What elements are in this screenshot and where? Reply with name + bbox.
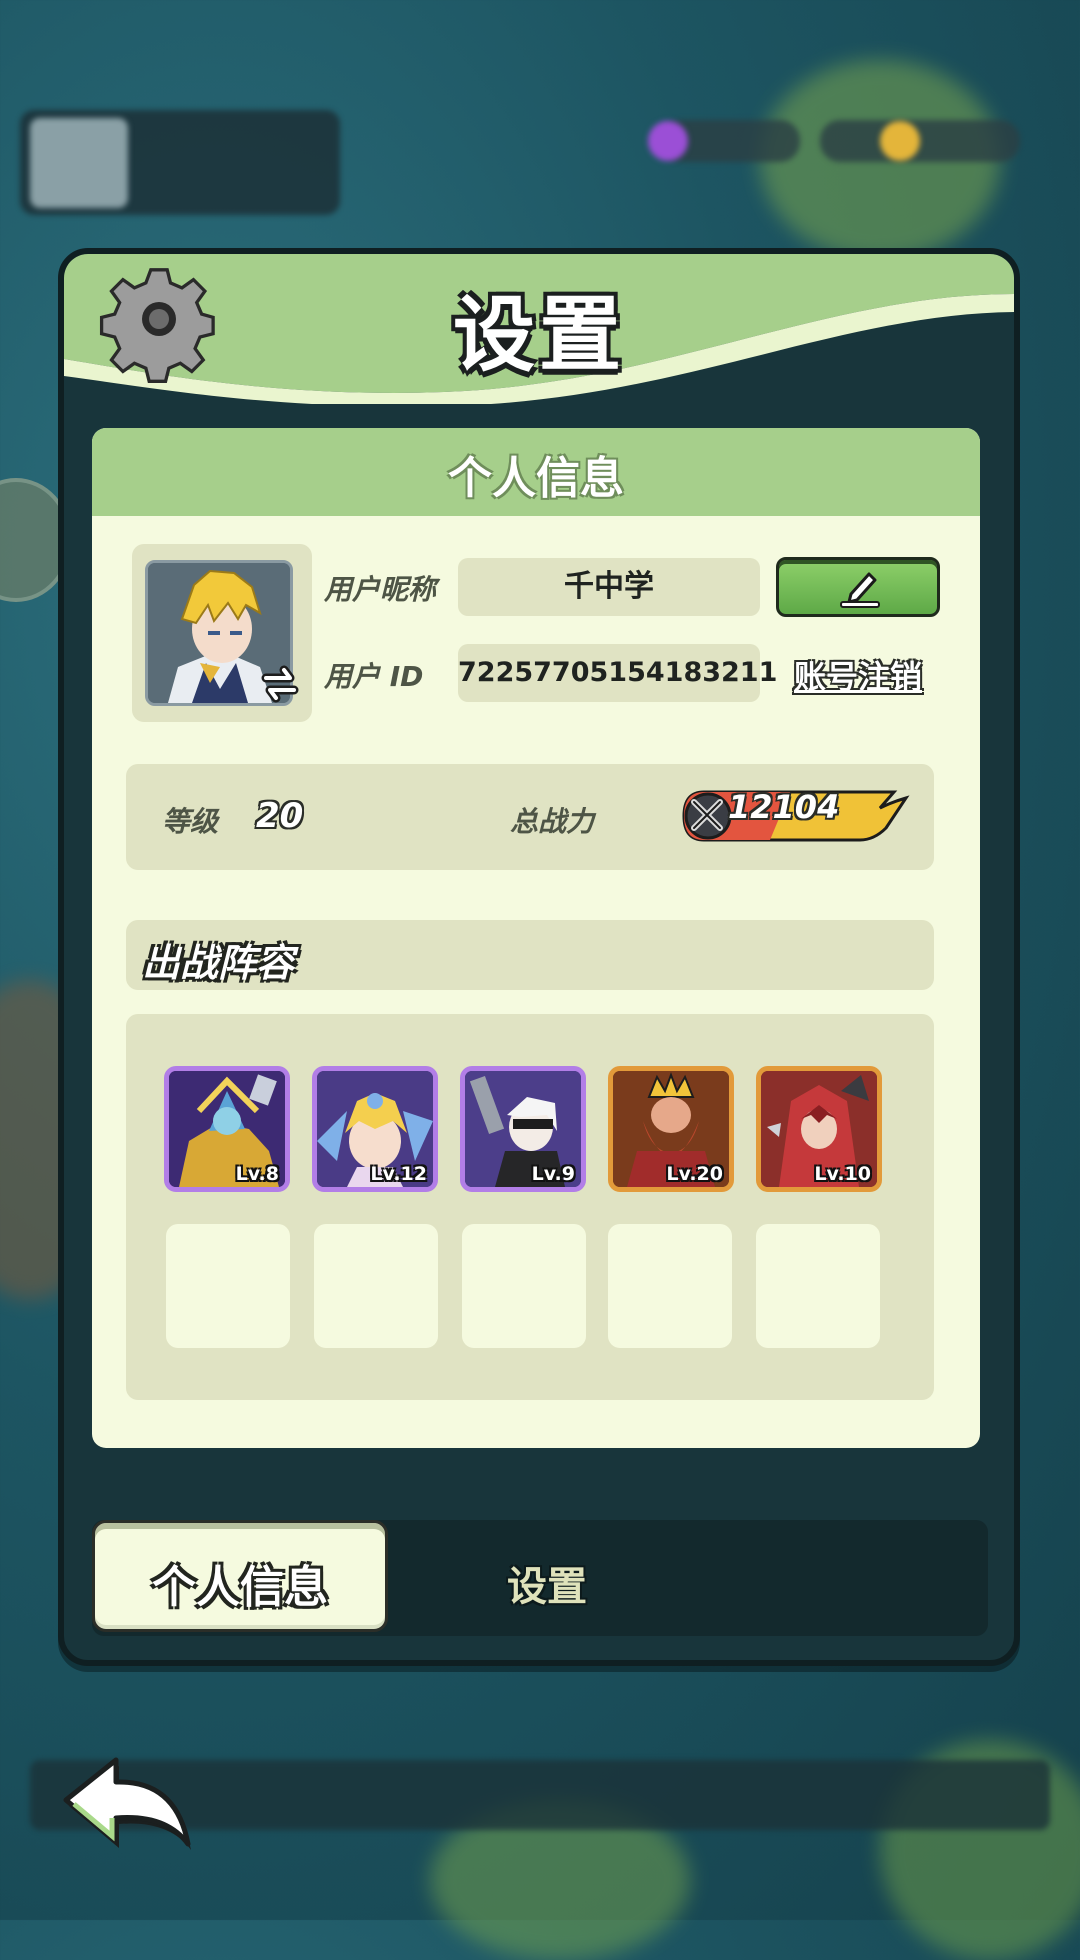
tab-profile-label: 个人信息	[152, 1562, 328, 1613]
hero-level: Lv.10	[814, 1163, 871, 1185]
panel-title: 设置	[452, 288, 625, 383]
level-label: 等级	[162, 805, 219, 838]
empty-hero-slot[interactable]	[462, 1224, 586, 1348]
power-value: 12104	[728, 788, 840, 826]
hero-card-2[interactable]: Lv.12	[312, 1066, 438, 1192]
hero-level: Lv.8	[235, 1163, 279, 1185]
hero-card-3[interactable]: Lv.9	[460, 1066, 586, 1192]
user-id-field: 72257705154183211	[458, 644, 777, 702]
lineup-box: Lv.8 Lv.12 Lv.9 Lv.20 Lv.10	[126, 1014, 934, 1400]
hero-card-1[interactable]: Lv.8	[164, 1066, 290, 1192]
profile-card-header: 个人信息	[92, 428, 980, 516]
power-label: 总战力	[510, 805, 595, 838]
hero-level: Lv.9	[531, 1163, 575, 1185]
hero-level: Lv.12	[370, 1163, 427, 1185]
profile-section-title: 个人信息	[448, 453, 624, 504]
swap-avatar-icon[interactable]	[260, 664, 300, 704]
empty-hero-slot[interactable]	[756, 1224, 880, 1348]
hero-card-4[interactable]: Lv.20	[608, 1066, 734, 1192]
tab-bar: 个人信息 设置	[92, 1520, 988, 1636]
cancel-account-link[interactable]: 账号注销	[776, 652, 940, 698]
tab-profile[interactable]: 个人信息	[92, 1520, 388, 1632]
lineup-header: 出战阵容	[126, 920, 934, 990]
tab-settings-label: 设置	[507, 1564, 587, 1610]
hero-card-5[interactable]: Lv.10	[756, 1066, 882, 1192]
empty-hero-slot[interactable]	[314, 1224, 438, 1348]
stats-row: 等级 20 总战力 12104	[126, 764, 934, 870]
empty-hero-slot[interactable]	[166, 1224, 290, 1348]
tab-settings[interactable]: 设置	[422, 1520, 672, 1632]
profile-card: 个人信息 用户昵称 千中学 用户 ID 72257705154183211 账号…	[92, 428, 980, 1448]
pencil-icon	[840, 572, 880, 608]
hero-level: Lv.20	[666, 1163, 723, 1185]
level-value: 20	[256, 796, 304, 836]
nickname-field: 千中学	[458, 558, 760, 616]
edit-nickname-button[interactable]	[776, 557, 940, 617]
nickname-label: 用户昵称	[324, 573, 437, 606]
avatar-frame[interactable]	[132, 544, 312, 722]
user-id-label: 用户 ID	[324, 660, 424, 693]
empty-hero-slot[interactable]	[608, 1224, 732, 1348]
lineup-title: 出战阵容	[142, 941, 295, 985]
back-arrow-icon[interactable]	[56, 1752, 196, 1864]
